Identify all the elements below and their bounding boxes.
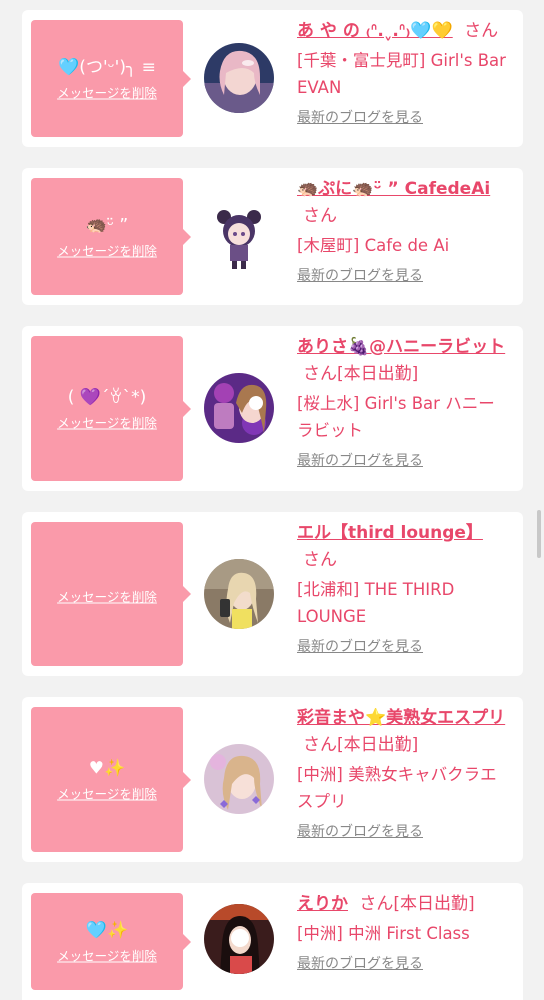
message-bubble: ♥✨ メッセージを削除	[31, 707, 191, 852]
shop-info: [中洲] 中洲 First Class	[297, 924, 470, 943]
honorific: さん	[464, 21, 499, 41]
avatar[interactable]	[204, 43, 274, 113]
latest-blog-link[interactable]: 最新のブログを見る	[297, 450, 423, 470]
cast-info: ありさ🍇@ハニーラビット さん[本日出勤] [桜上水] Girl's Bar ハ…	[297, 334, 511, 470]
cast-info: 🦔ぷに🦔ᵕ̈ ” CafedeAi さん [木屋町] Cafe de Ai 最新…	[297, 176, 511, 285]
message-text: ♥✨	[88, 758, 126, 778]
message-bubble: 🦔ᵕ̈ ” メッセージを削除	[31, 178, 191, 295]
delete-message-link[interactable]: メッセージを削除	[31, 240, 183, 259]
avatar[interactable]	[204, 559, 274, 629]
latest-blog-link[interactable]: 最新のブログを見る	[297, 636, 423, 656]
scrollbar[interactable]	[537, 510, 541, 558]
message-bubble: ( 💜´ꈊ`*) メッセージを削除	[31, 336, 191, 481]
cast-info: えりか さん[本日出勤] [中洲] 中洲 First Class 最新のブログを…	[297, 891, 511, 973]
cast-info: エル【third lounge】 さん [北浦和] THE THIRD LOUN…	[297, 520, 511, 656]
message-bubble: 🩵(つ'ᵕ')╮ ≡ メッセージを削除	[31, 20, 191, 137]
message-text: ( 💜´ꈊ`*)	[67, 387, 147, 407]
honorific: さん[本日出勤]	[303, 364, 419, 384]
favorite-card: ( 💜´ꈊ`*) メッセージを削除 ありさ🍇@ハニーラビット さん[本日出勤] …	[22, 326, 523, 491]
favorite-card: 🩵✨ メッセージを削除 えりか さん[本日出勤] [中洲] 中洲 First C…	[22, 883, 523, 1000]
cast-name-link[interactable]: あ や の ₍ᐢ.ˬ.ᐢ₎🩵💛	[297, 21, 453, 41]
cast-name-link[interactable]: 🦔ぷに🦔ᵕ̈ ” CafedeAi	[297, 179, 490, 199]
avatar[interactable]	[204, 373, 274, 443]
message-text: 🩵✨	[85, 920, 129, 940]
delete-message-link[interactable]: メッセージを削除	[31, 412, 183, 431]
favorite-card: 🦔ᵕ̈ ” メッセージを削除 🦔ぷに🦔ᵕ̈ ” CafedeAi さん [木屋町…	[22, 168, 523, 305]
latest-blog-link[interactable]: 最新のブログを見る	[297, 821, 423, 841]
delete-message-link[interactable]: メッセージを削除	[31, 945, 183, 964]
message-bubble: 🩵✨ メッセージを削除	[31, 893, 191, 990]
cast-info: 彩音まや⭐美熟女エスプリ さん[本日出勤] [中洲] 美熟女キャバクラエスプリ …	[297, 705, 511, 841]
cast-name-link[interactable]: エル【third lounge】	[297, 523, 483, 543]
favorite-card: 🩵(つ'ᵕ')╮ ≡ メッセージを削除 あ や の ₍ᐢ.ˬ.ᐢ₎🩵💛 さん […	[22, 10, 523, 147]
shop-info: [木屋町] Cafe de Ai	[297, 236, 450, 255]
delete-message-link[interactable]: メッセージを削除	[31, 587, 183, 606]
latest-blog-link[interactable]: 最新のブログを見る	[297, 953, 423, 973]
honorific: さん	[303, 550, 337, 570]
cast-name-link[interactable]: えりか	[297, 894, 348, 914]
cast-name-link[interactable]: ありさ🍇@ハニーラビット	[297, 337, 505, 357]
message-bubble: メッセージを削除	[31, 522, 191, 666]
shop-info: [桜上水] Girl's Bar ハニーラビット	[297, 394, 495, 440]
honorific: さん[本日出勤]	[359, 894, 475, 914]
honorific: さん[本日出勤]	[303, 735, 419, 755]
honorific: さん	[303, 206, 337, 226]
message-text: 🦔ᵕ̈ ”	[85, 215, 129, 235]
shop-info: [中洲] 美熟女キャバクラエスプリ	[297, 765, 497, 811]
delete-message-link[interactable]: メッセージを削除	[31, 82, 183, 101]
cast-info: あ や の ₍ᐢ.ˬ.ᐢ₎🩵💛 さん [千葉・富士見町] Girl's Bar …	[297, 18, 511, 127]
avatar[interactable]	[204, 904, 274, 974]
delete-message-link[interactable]: メッセージを削除	[31, 783, 183, 802]
avatar[interactable]	[204, 744, 274, 814]
shop-info: [千葉・富士見町] Girl's Bar EVAN	[297, 51, 506, 97]
cast-name-link[interactable]: 彩音まや⭐美熟女エスプリ	[297, 708, 505, 728]
message-text: 🩵(つ'ᵕ')╮ ≡	[58, 57, 156, 77]
favorite-card: ♥✨ メッセージを削除 彩音まや⭐美熟女エスプリ さん[本日出勤] [中洲] 美…	[22, 697, 523, 862]
avatar[interactable]	[204, 201, 274, 271]
favorite-card: メッセージを削除 エル【third lounge】 さん [北浦和] THE T…	[22, 512, 523, 676]
latest-blog-link[interactable]: 最新のブログを見る	[297, 107, 423, 127]
latest-blog-link[interactable]: 最新のブログを見る	[297, 265, 423, 285]
shop-info: [北浦和] THE THIRD LOUNGE	[297, 580, 455, 626]
